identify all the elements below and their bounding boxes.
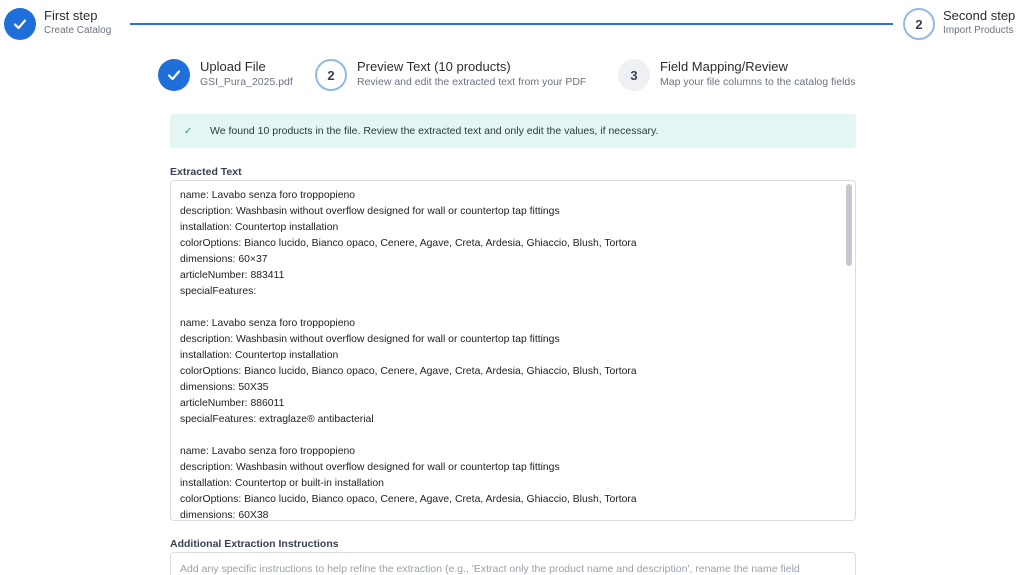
sub-step-preview-subtitle: Review and edit the extracted text from … [357,76,587,88]
product-field-line: colorOptions: Bianco lucido, Bianco opac… [180,494,637,505]
step-number-badge: 2 [315,59,347,91]
product-field-line: installation: Countertop installation [180,222,339,233]
product-block: name: Lavabo senza foro troppopieno descr… [180,188,835,300]
stepper-connector [130,23,893,25]
product-field-line: colorOptions: Bianco lucido, Bianco opac… [180,238,637,249]
scrollbar-thumb[interactable] [846,184,852,266]
sub-step-upload[interactable]: Upload File GSI_Pura_2025.pdf [158,59,293,91]
top-step-first[interactable]: First step Create Catalog [4,8,111,40]
sub-step-upload-title: Upload File [200,59,266,74]
sub-step-mapping-title: Field Mapping/Review [660,59,788,74]
product-field-line: specialFeatures: extraglaze® antibacteri… [180,414,374,425]
product-field-line: name: Lavabo senza foro troppopieno [180,190,356,201]
additional-instructions-label: Additional Extraction Instructions [170,538,339,550]
product-field-line: installation: Countertop installation [180,350,339,361]
product-field-line: articleNumber: 886011 [180,398,285,409]
product-field-line: articleNumber: 883411 [180,270,285,281]
product-field-line: specialFeatures: [180,286,257,297]
check-icon [158,59,190,91]
additional-instructions-input[interactable]: Add any specific instructions to help re… [170,552,856,575]
product-field-line: installation: Countertop or built-in ins… [180,478,384,489]
top-step-second-title: Second step [943,8,1016,23]
alert-message: We found 10 products in the file. Review… [210,125,659,137]
check-icon [4,8,36,40]
extracted-text-content[interactable]: name: Lavabo senza foro troppopieno descr… [180,188,835,521]
success-alert: ✓ We found 10 products in the file. Revi… [170,114,856,148]
product-field-line: dimensions: 50X35 [180,382,269,393]
product-block: name: Lavabo senza foro troppopieno descr… [180,316,835,428]
top-step-second-subtitle: Import Products [943,25,1014,36]
sub-step-preview[interactable]: 2 Preview Text (10 products) Review and … [315,59,586,91]
product-field-line: name: Lavabo senza foro troppopieno [180,318,356,329]
sub-step-preview-title: Preview Text (10 products) [357,59,511,74]
top-step-first-title: First step [44,8,98,23]
product-field-line: description: Washbasin without overflow … [180,206,560,217]
extracted-text-label: Extracted Text [170,166,242,178]
product-field-line: description: Washbasin without overflow … [180,462,560,473]
sub-step-mapping[interactable]: 3 Field Mapping/Review Map your file col… [618,59,856,91]
product-field-line: description: Washbasin without overflow … [180,334,560,345]
step-number-badge: 2 [903,8,935,40]
product-field-line: dimensions: 60×37 [180,254,268,265]
top-step-first-subtitle: Create Catalog [44,25,112,36]
sub-step-mapping-subtitle: Map your file columns to the catalog fie… [660,76,856,88]
product-field-line: colorOptions: Bianco lucido, Bianco opac… [180,366,637,377]
top-step-second[interactable]: 2 Second step Import Products [903,8,1015,40]
sub-step-upload-filename: GSI_Pura_2025.pdf [200,76,293,88]
step-number-badge: 3 [618,59,650,91]
product-field-line: name: Lavabo senza foro troppopieno [180,446,356,457]
product-block: name: Lavabo senza foro troppopieno descr… [180,444,835,521]
check-icon: ✓ [184,125,193,137]
extracted-text-area[interactable]: name: Lavabo senza foro troppopieno descr… [170,180,856,521]
product-field-line: dimensions: 60X38 [180,510,269,521]
